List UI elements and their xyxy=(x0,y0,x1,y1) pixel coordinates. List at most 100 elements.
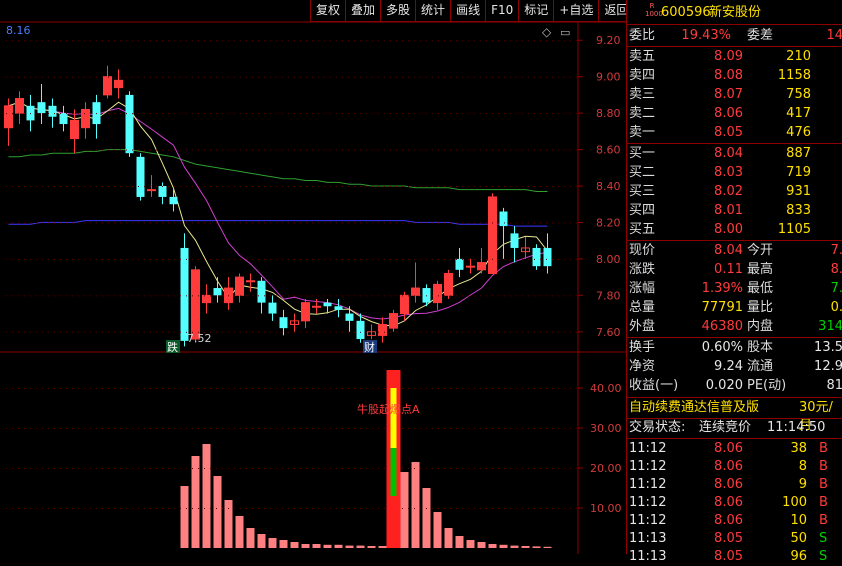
volume-series xyxy=(180,444,552,548)
volume-bar xyxy=(356,545,365,548)
candle xyxy=(59,105,68,132)
svg-text:财: 财 xyxy=(364,340,375,354)
candle xyxy=(433,280,442,310)
quote-row-1[interactable]: 涨跌 0.11 最高 8. xyxy=(627,261,842,279)
tick-row-6[interactable]: 11:13 8.05 96 S xyxy=(627,548,842,566)
fund-row-2[interactable]: 收益(一) 0.020 PE(动) 81 xyxy=(627,377,842,395)
bid-row-1[interactable]: 买一 8.04 887 xyxy=(627,145,842,163)
volume-bar xyxy=(213,476,222,548)
volume-bar xyxy=(301,544,310,548)
bid-row-2[interactable]: 买二 8.03 719 xyxy=(627,164,842,182)
price-tick-3: 8.60 xyxy=(596,144,621,157)
candle xyxy=(477,247,486,274)
tick-row-3[interactable]: 11:12 8.06 100 B xyxy=(627,494,842,512)
candle xyxy=(37,83,46,125)
toolbar-button-1[interactable]: 叠加 xyxy=(345,0,381,22)
price-tick-8: 7.60 xyxy=(596,326,621,339)
volume-bar xyxy=(510,545,519,548)
tick-row-0[interactable]: 11:12 8.06 38 B xyxy=(627,440,842,458)
price-tick-1: 9.00 xyxy=(596,71,621,84)
tick-row-1[interactable]: 11:12 8.06 8 B xyxy=(627,458,842,476)
candle xyxy=(466,258,475,274)
volume-bar xyxy=(433,512,442,548)
weibi-row: 委比 19.43% 委差 14 xyxy=(629,28,842,43)
candle xyxy=(367,324,376,340)
quote-row-0[interactable]: 现价 8.04 今开 7. xyxy=(627,242,842,260)
low-price-label: 7.52 xyxy=(187,332,212,345)
candle xyxy=(543,233,552,274)
toolbar-button-3[interactable]: 统计 xyxy=(415,0,451,22)
volume-bar xyxy=(422,488,431,548)
volume-bar xyxy=(268,538,277,548)
price-tick-0: 9.20 xyxy=(596,34,621,47)
volume-bar xyxy=(367,546,376,548)
candle xyxy=(92,94,101,139)
tick-row-5[interactable]: 11:13 8.05 50 S xyxy=(627,530,842,548)
toolbar-button-4[interactable]: 画线 xyxy=(450,0,486,22)
signal-green xyxy=(390,448,397,496)
trade-status: 交易状态: 连续竞价 11:14:50 xyxy=(629,420,826,435)
quote-panel: R 1000 600596 新安股份 委比 19.43% 委差 14 卖五 8.0… xyxy=(626,0,842,564)
volume-bar xyxy=(411,462,420,548)
volume-bar xyxy=(334,544,343,548)
volume-bar xyxy=(378,546,387,548)
stock-name: 新安股份 xyxy=(709,5,762,20)
volume-bar xyxy=(543,546,552,548)
tag-die: 跌 xyxy=(166,340,180,354)
toolbar-button-5[interactable]: F10 xyxy=(485,0,519,22)
kline-chart[interactable]: 9.20 9.00 8.80 8.60 8.40 8.20 8.00 7.80 7.60 40.… xyxy=(0,0,626,554)
chart-grid xyxy=(0,21,626,554)
ad-banner[interactable]: 自动续费通达信普及版 30元/月 xyxy=(627,399,842,433)
volume-bar xyxy=(444,528,453,548)
fund-row-1[interactable]: 净资 9.24 流通 12.9 xyxy=(627,358,842,376)
expand-icon[interactable]: ▭ xyxy=(560,26,570,39)
volume-bar xyxy=(477,542,486,548)
volume-bar xyxy=(400,472,409,548)
volume-tick-1: 30.00 xyxy=(590,422,622,435)
volume-bar xyxy=(202,444,211,548)
tick-row-2[interactable]: 11:12 8.06 9 B xyxy=(627,476,842,494)
bid-row-5[interactable]: 买五 8.00 1105 xyxy=(627,221,842,239)
badge: R 1000 xyxy=(645,2,663,18)
volume-bar xyxy=(466,540,475,548)
volume-bar xyxy=(532,546,541,548)
volume-bar xyxy=(345,545,354,548)
quote-row-3[interactable]: 总量 77791 量比 0. xyxy=(627,299,842,317)
toolbar: 复权 叠加 多股 统计 画线 F10 标记 +自选 返回 xyxy=(310,0,634,22)
tick-row-4[interactable]: 11:12 8.06 10 B xyxy=(627,512,842,530)
ask-row-3[interactable]: 卖三 8.07 758 xyxy=(627,86,842,104)
volume-bar xyxy=(191,456,200,548)
tag-cai: 财 xyxy=(363,340,377,354)
signal-marker xyxy=(386,370,401,548)
volume-bar xyxy=(279,540,288,548)
moving-average-lines xyxy=(8,101,548,327)
toolbar-button-0[interactable]: 复权 xyxy=(310,0,346,22)
candle xyxy=(455,247,464,278)
diamond-icon[interactable]: ◇ xyxy=(542,25,552,39)
ask-row-5[interactable]: 卖五 8.09 210 xyxy=(627,48,842,66)
toolbar-button-7[interactable]: +自选 xyxy=(553,0,599,22)
bid-row-4[interactable]: 买四 8.01 833 xyxy=(627,202,842,220)
stock-header[interactable]: R 1000 600596 新安股份 xyxy=(627,2,842,24)
quote-row-2[interactable]: 涨幅 1.39% 最低 7. xyxy=(627,280,842,298)
candle xyxy=(334,298,343,318)
ask-row-4[interactable]: 卖四 8.08 1158 xyxy=(627,67,842,85)
volume-bar xyxy=(224,500,233,548)
price-tick-5: 8.20 xyxy=(596,216,621,229)
volume-bar xyxy=(290,542,299,548)
volume-bar xyxy=(499,544,508,548)
candle xyxy=(301,298,310,329)
quote-row-4[interactable]: 外盘 46380 内盘 314 xyxy=(627,318,842,336)
toolbar-button-6[interactable]: 标记 xyxy=(518,0,554,22)
fund-row-0[interactable]: 换手 0.60% 股本 13.5 xyxy=(627,339,842,357)
candle xyxy=(499,207,508,259)
candle xyxy=(70,109,79,154)
candle xyxy=(532,244,541,270)
candle xyxy=(290,313,299,332)
ask-row-1[interactable]: 卖一 8.05 476 xyxy=(627,124,842,142)
toolbar-button-2[interactable]: 多股 xyxy=(380,0,416,22)
bid-row-3[interactable]: 买三 8.02 931 xyxy=(627,183,842,201)
candle xyxy=(147,175,156,197)
ask-row-2[interactable]: 卖二 8.06 417 xyxy=(627,105,842,123)
candle xyxy=(345,306,354,332)
